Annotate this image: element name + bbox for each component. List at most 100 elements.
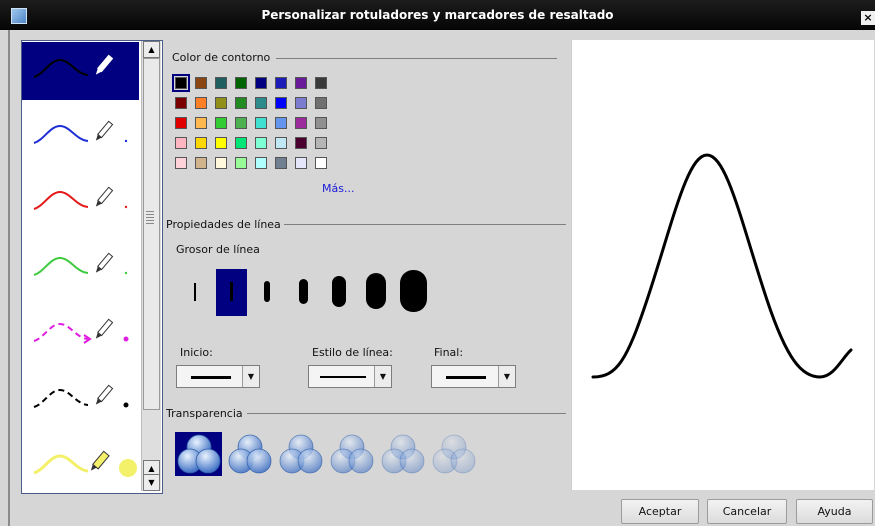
color-swatch[interactable] bbox=[295, 97, 307, 109]
thickness-option-1[interactable] bbox=[194, 283, 196, 301]
transparency-option[interactable] bbox=[379, 432, 426, 476]
pen-icon bbox=[95, 318, 114, 339]
end-cap-select[interactable]: ▼ bbox=[431, 365, 516, 388]
pen-item[interactable] bbox=[22, 108, 139, 166]
bubble-icon bbox=[399, 448, 425, 474]
color-swatch[interactable] bbox=[295, 117, 307, 129]
color-swatch[interactable] bbox=[172, 74, 190, 92]
color-swatch[interactable] bbox=[255, 97, 267, 109]
color-swatch[interactable] bbox=[255, 117, 267, 129]
pen-icon bbox=[95, 384, 114, 405]
color-swatch[interactable] bbox=[175, 137, 187, 149]
color-dot bbox=[124, 271, 128, 275]
thickness-option-7[interactable] bbox=[400, 270, 427, 312]
color-swatch[interactable] bbox=[195, 117, 207, 129]
start-label: Inicio: bbox=[180, 346, 213, 359]
color-swatch[interactable] bbox=[215, 97, 227, 109]
stroke-preview bbox=[571, 40, 874, 490]
bubble-icon bbox=[348, 448, 374, 474]
color-swatch[interactable] bbox=[275, 157, 287, 169]
thickness-option-6[interactable] bbox=[366, 273, 386, 309]
pen-icon bbox=[95, 252, 114, 273]
color-dot bbox=[123, 402, 129, 408]
close-icon[interactable]: × bbox=[861, 11, 875, 25]
thickness-label: Grosor de línea bbox=[176, 243, 260, 256]
chevron-down-icon[interactable]: ▼ bbox=[498, 366, 515, 387]
color-swatch[interactable] bbox=[315, 77, 327, 89]
color-dot bbox=[124, 205, 128, 209]
pen-item[interactable] bbox=[22, 306, 139, 364]
pen-item[interactable] bbox=[22, 372, 139, 430]
color-swatch[interactable] bbox=[235, 117, 247, 129]
color-swatch[interactable] bbox=[175, 117, 187, 129]
color-swatch[interactable] bbox=[195, 97, 207, 109]
color-swatch[interactable] bbox=[315, 117, 327, 129]
highlighter-item[interactable] bbox=[22, 438, 139, 496]
line-style-select[interactable]: ▼ bbox=[308, 365, 392, 388]
pen-item[interactable] bbox=[22, 42, 139, 100]
chevron-down-icon[interactable]: ▼ bbox=[374, 366, 391, 387]
color-swatch[interactable] bbox=[275, 137, 287, 149]
color-swatch[interactable] bbox=[195, 77, 207, 89]
transparency-option[interactable] bbox=[328, 432, 375, 476]
pen-icon bbox=[95, 186, 114, 207]
thickness-option-3[interactable] bbox=[264, 281, 270, 302]
pen-list[interactable]: ▲ ▲ ▼ bbox=[21, 40, 163, 494]
color-swatch[interactable] bbox=[215, 77, 227, 89]
transparency-option[interactable] bbox=[277, 432, 324, 476]
pen-stroke-sample bbox=[33, 58, 89, 78]
pen-item[interactable] bbox=[22, 240, 139, 298]
help-button[interactable]: Ayuda bbox=[796, 499, 873, 524]
pen-stroke-sample bbox=[33, 124, 89, 144]
cancel-button[interactable]: Cancelar bbox=[707, 499, 787, 524]
section-divider bbox=[284, 224, 566, 225]
transparency-option[interactable] bbox=[226, 432, 273, 476]
color-swatch[interactable] bbox=[235, 157, 247, 169]
title-bar: Personalizar rotuladores y marcadores de… bbox=[0, 0, 875, 30]
more-colors-link[interactable]: Más... bbox=[322, 182, 354, 195]
color-swatch[interactable] bbox=[235, 137, 247, 149]
color-swatch[interactable] bbox=[315, 157, 327, 169]
color-swatch[interactable] bbox=[275, 77, 287, 89]
chevron-down-icon[interactable]: ▼ bbox=[242, 366, 259, 387]
color-swatch[interactable] bbox=[315, 137, 327, 149]
color-swatch[interactable] bbox=[255, 157, 267, 169]
color-swatch[interactable] bbox=[235, 97, 247, 109]
pen-item[interactable] bbox=[22, 174, 139, 232]
scrollbar-grip bbox=[146, 211, 154, 225]
scrollbar-thumb[interactable] bbox=[143, 58, 160, 410]
color-swatch[interactable] bbox=[275, 117, 287, 129]
color-swatch[interactable] bbox=[295, 77, 307, 89]
color-swatch[interactable] bbox=[255, 137, 267, 149]
color-swatch[interactable] bbox=[215, 117, 227, 129]
line-style-label: Estilo de línea: bbox=[312, 346, 393, 359]
color-swatch[interactable] bbox=[195, 157, 207, 169]
pen-list-scrollbar[interactable]: ▲ ▲ ▼ bbox=[141, 41, 161, 491]
color-swatch[interactable] bbox=[315, 97, 327, 109]
color-swatch[interactable] bbox=[255, 77, 267, 89]
color-swatch[interactable] bbox=[215, 157, 227, 169]
end-cap-sample bbox=[446, 376, 486, 379]
pen-stroke-sample bbox=[33, 190, 89, 210]
scroll-up-icon[interactable]: ▲ bbox=[143, 41, 160, 58]
color-swatch[interactable] bbox=[295, 137, 307, 149]
color-swatch[interactable] bbox=[175, 157, 187, 169]
color-swatch[interactable] bbox=[215, 137, 227, 149]
preview-curve bbox=[591, 153, 853, 379]
color-swatch[interactable] bbox=[295, 157, 307, 169]
thickness-option-5[interactable] bbox=[332, 276, 346, 307]
transparency-option[interactable] bbox=[430, 432, 477, 476]
window-border bbox=[8, 30, 10, 526]
color-swatch[interactable] bbox=[175, 97, 187, 109]
pen-stroke-sample bbox=[33, 256, 89, 276]
color-swatch[interactable] bbox=[235, 77, 247, 89]
thickness-option-2[interactable] bbox=[230, 282, 233, 301]
start-cap-select[interactable]: ▼ bbox=[176, 365, 260, 388]
thickness-option-4[interactable] bbox=[299, 279, 308, 304]
scroll-down-icon[interactable]: ▼ bbox=[143, 474, 160, 491]
color-swatch[interactable] bbox=[195, 137, 207, 149]
transparency-section-title: Transparencia bbox=[166, 407, 243, 420]
transparency-option[interactable] bbox=[175, 432, 222, 476]
color-swatch[interactable] bbox=[275, 97, 287, 109]
ok-button[interactable]: Aceptar bbox=[621, 499, 699, 524]
